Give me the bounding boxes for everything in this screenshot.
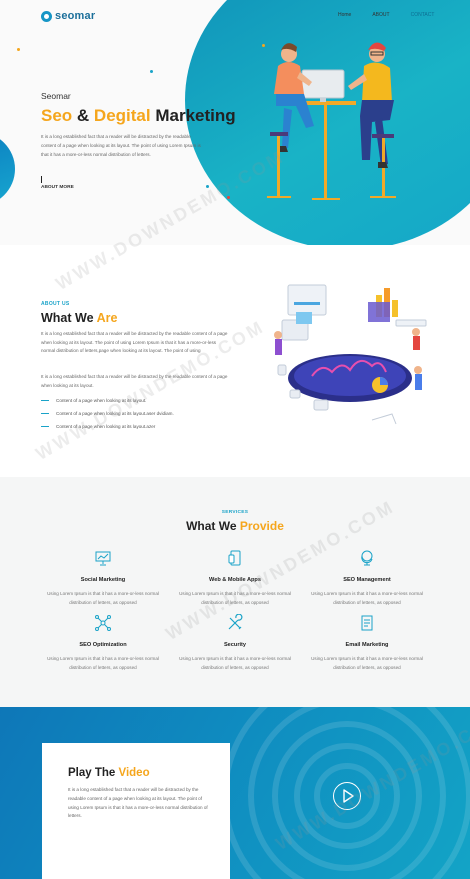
service-name: SEO Optimization bbox=[79, 642, 127, 648]
service-description: Using Lorem Ipsum is that it has a more-… bbox=[179, 591, 291, 605]
service-name: Web & Mobile Apps bbox=[209, 577, 261, 583]
about-paragraph-1: It is a long established fact that a rea… bbox=[41, 331, 228, 354]
service-card-web-mobile[interactable]: Web & Mobile Apps Using Lorem Ipsum is t… bbox=[170, 549, 300, 607]
hero-title-amp: & bbox=[72, 106, 94, 125]
services-title: What We Provide bbox=[0, 519, 470, 533]
service-card-seo-management[interactable]: SEO Management Using Lorem Ipsum is that… bbox=[302, 549, 432, 607]
video-title: Play The Video bbox=[68, 767, 150, 779]
presentation-chart-icon bbox=[95, 551, 111, 566]
email-document-icon bbox=[361, 615, 373, 631]
nav-item-home[interactable]: Home bbox=[338, 12, 351, 18]
nav-item-about[interactable]: ABOUT bbox=[372, 12, 389, 18]
logo-text: seomar bbox=[55, 10, 96, 22]
hero-title-degital: Degital bbox=[93, 106, 151, 125]
service-description: Using Lorem Ipsum is that it has a more-… bbox=[311, 656, 423, 670]
dash-icon bbox=[41, 426, 49, 427]
about-kicker: ABOUT US bbox=[41, 301, 70, 307]
video-description: It is a long established fact that a rea… bbox=[68, 787, 208, 819]
dash-icon bbox=[41, 400, 49, 401]
services-title-main: What We bbox=[186, 519, 240, 533]
service-description: Using Lorem Ipsum is that it has a more-… bbox=[47, 591, 159, 605]
service-name: Social Marketing bbox=[80, 577, 126, 583]
about-title: What We Are bbox=[41, 311, 117, 325]
hero-brand: Seomar bbox=[41, 91, 71, 101]
tools-icon bbox=[228, 613, 243, 630]
service-description: Using Lorem Ipsum is that it has a more-… bbox=[47, 656, 159, 670]
service-card-security[interactable]: Security Using Lorem Ipsum is that it ha… bbox=[170, 613, 300, 672]
list-item-text: Content of a page when looking at its la… bbox=[56, 424, 156, 429]
main-nav: Home ABOUT CONTACT bbox=[338, 12, 434, 18]
hero-title-seo: Seo bbox=[41, 106, 73, 125]
hero-illustration bbox=[267, 42, 396, 200]
play-icon bbox=[343, 789, 354, 803]
decor-dot bbox=[17, 48, 20, 51]
list-item-text: Content of a page when looking at its la… bbox=[56, 398, 147, 403]
services-kicker: SERVICES bbox=[221, 510, 249, 515]
service-description: Using Lorem Ipsum is that it has a more-… bbox=[311, 591, 423, 605]
service-name: SEO Management bbox=[343, 577, 391, 583]
service-name: Email Marketing bbox=[345, 642, 389, 648]
service-card-social-marketing[interactable]: Social Marketing Using Lorem Ipsum is th… bbox=[38, 549, 168, 607]
network-icon bbox=[95, 615, 111, 631]
decor-dot bbox=[262, 44, 265, 47]
list-item: Content of a page when looking at its la… bbox=[41, 420, 174, 433]
service-card-seo-optimization[interactable]: SEO Optimization Using Lorem Ipsum is th… bbox=[38, 614, 168, 672]
play-video-button[interactable] bbox=[333, 782, 361, 810]
globe-stand-icon bbox=[361, 550, 373, 566]
mobile-devices-icon bbox=[228, 550, 241, 566]
service-description: Using Lorem Ipsum is that it has a more-… bbox=[179, 656, 291, 670]
services-title-highlight: Provide bbox=[239, 519, 284, 533]
logo-mark-icon bbox=[41, 10, 52, 22]
about-list: Content of a page when looking at its la… bbox=[41, 394, 174, 433]
service-name: Security bbox=[223, 642, 247, 648]
about-paragraph-2: It is a long established fact that a rea… bbox=[41, 374, 228, 388]
list-item-text: Content of a page when looking at its la… bbox=[56, 411, 174, 416]
hero-title: Seo & Degital Marketing bbox=[41, 106, 236, 126]
decor-dot bbox=[206, 185, 209, 188]
decor-dot bbox=[227, 196, 230, 199]
video-title-highlight: Video bbox=[118, 767, 150, 779]
dash-icon bbox=[41, 413, 49, 414]
video-title-main: Play The bbox=[68, 767, 119, 779]
about-section bbox=[0, 245, 470, 477]
about-title-highlight: Are bbox=[96, 311, 118, 325]
service-card-email-marketing[interactable]: Email Marketing Using Lorem Ipsum is tha… bbox=[302, 614, 432, 672]
hero-title-marketing: Marketing bbox=[150, 106, 236, 125]
nav-item-contact[interactable]: CONTACT bbox=[411, 12, 435, 18]
list-item: Content of a page when looking at its la… bbox=[41, 407, 174, 420]
about-more-link[interactable]: ABOUT MORE bbox=[41, 176, 74, 190]
about-illustration bbox=[274, 284, 427, 425]
list-item: Content of a page when looking at its la… bbox=[41, 394, 174, 407]
hero-left-shape bbox=[0, 132, 15, 206]
hero-description: It is a long established fact that a rea… bbox=[41, 134, 201, 157]
about-title-main: What We bbox=[41, 311, 97, 325]
decor-dot bbox=[150, 70, 153, 73]
logo[interactable]: seomar bbox=[41, 10, 95, 22]
